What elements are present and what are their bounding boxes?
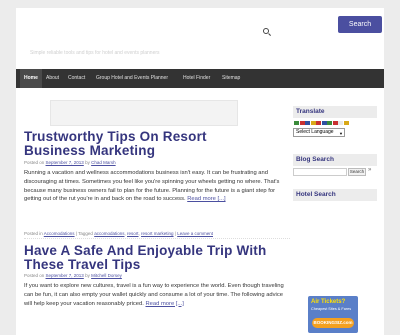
nav-hotel-finder[interactable]: Hotel Finder — [179, 69, 214, 88]
post-excerpt: If you want to explore new cultures, tra… — [24, 283, 284, 307]
flag-icon[interactable] — [332, 121, 338, 125]
nav-group-hotel-events-planner[interactable]: Group Hotel and Events Planner — [92, 69, 172, 88]
tag-link[interactable]: resort — [127, 231, 139, 236]
blog-search-widget-title: Blog Search — [293, 154, 377, 166]
air-tickets-ad-banner[interactable]: Air Tickets? Cheapest Sites & Fares BOOK… — [308, 296, 358, 333]
post-meta: Posted on September 7, 2013 by Mitchell … — [24, 273, 122, 278]
nav-home[interactable]: Home — [20, 69, 42, 88]
blog-search-input[interactable] — [293, 168, 347, 176]
tag-link[interactable]: accomodations — [94, 231, 124, 236]
flag-icon[interactable] — [343, 121, 349, 125]
post-author-link[interactable]: Chad Marsh — [91, 160, 116, 165]
flag-icon[interactable] — [316, 121, 321, 125]
flag-icon[interactable] — [294, 121, 299, 125]
tag-link[interactable]: resort marketing — [141, 231, 174, 236]
post-date-link[interactable]: September 7, 2013 — [46, 160, 84, 165]
leave-comment-link[interactable]: Leave a comment — [177, 231, 213, 236]
content-banner — [50, 100, 238, 126]
post-author-link[interactable]: Mitchell Dorsey — [91, 273, 122, 278]
flag-icon[interactable] — [310, 121, 316, 125]
flag-icon[interactable] — [305, 121, 310, 125]
site-header: Search Simple reliable tools and tips fo… — [16, 8, 384, 68]
translate-widget-title: Translate — [293, 106, 377, 118]
main-content: Trustworthy Tips On Resort Business Mark… — [24, 92, 290, 335]
ad-logo: BOOKINGSIZ.com — [312, 318, 354, 328]
post-meta: Posted on September 7, 2013 by Chad Mars… — [24, 160, 116, 165]
site-tagline: Simple reliable tools and tips for hotel… — [30, 50, 160, 56]
post-footer: Posted in Accomodations | Tagged accomod… — [24, 231, 290, 239]
blog-search-extra-icon[interactable]: » — [368, 167, 371, 173]
category-link[interactable]: Accomodations — [44, 231, 75, 236]
search-button[interactable]: Search — [338, 16, 382, 33]
flag-icon[interactable] — [321, 121, 327, 125]
search-icon[interactable] — [263, 28, 272, 37]
flag-icon[interactable] — [338, 121, 343, 125]
post-date-link[interactable]: September 7, 2013 — [46, 273, 84, 278]
language-select[interactable]: Select Language ▼ — [293, 128, 345, 137]
blog-search-button[interactable]: Search — [348, 168, 366, 176]
ad-headline: Air Tickets? — [311, 299, 346, 305]
nav-sitemap[interactable]: Sitemap — [218, 69, 244, 88]
nav-about[interactable]: About — [42, 69, 63, 88]
read-more-link[interactable]: Read more [...] — [146, 301, 184, 307]
flag-icon[interactable] — [299, 121, 305, 125]
ad-subline: Cheapest Sites & Fares — [311, 307, 352, 311]
post-title[interactable]: Have A Safe And Enjoyable Trip With Thes… — [24, 244, 274, 272]
page-container: Search Simple reliable tools and tips fo… — [16, 8, 384, 335]
flag-icon[interactable] — [327, 121, 332, 125]
chevron-down-icon: ▼ — [339, 131, 343, 136]
read-more-link[interactable]: Read more [...] — [187, 196, 225, 202]
hotel-search-widget-title: Hotel Search — [293, 189, 377, 201]
language-flags — [294, 121, 349, 126]
nav-contact[interactable]: Contact — [64, 69, 89, 88]
post-excerpt: Running a vacation and wellness accommod… — [24, 170, 280, 203]
main-nav: Home About Contact Group Hotel and Event… — [16, 69, 384, 88]
post-title[interactable]: Trustworthy Tips On Resort Business Mark… — [24, 130, 254, 158]
